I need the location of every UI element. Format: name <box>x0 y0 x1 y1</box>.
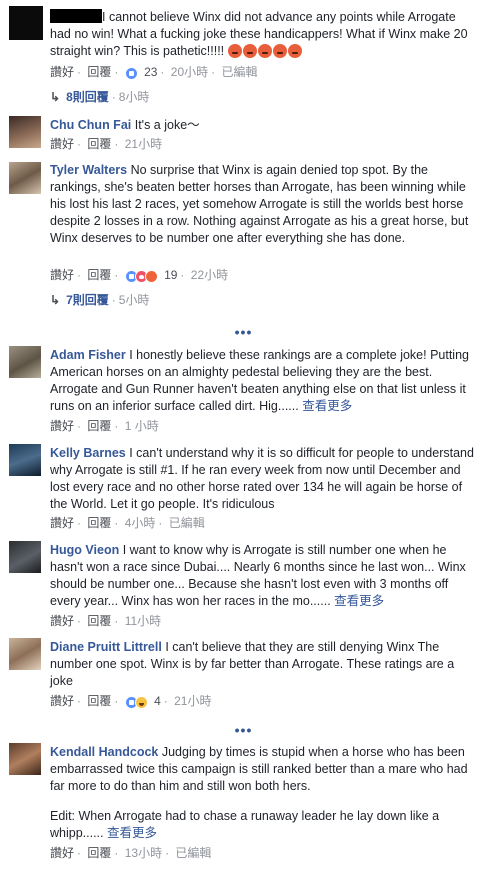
angry-reaction-icon <box>144 270 158 283</box>
timestamp[interactable]: 20小時 <box>171 65 208 79</box>
timestamp[interactable]: 22小時 <box>191 268 228 282</box>
reply-button[interactable]: 回覆 <box>87 419 111 433</box>
reply-button[interactable]: 回覆 <box>87 137 111 151</box>
view-replies[interactable]: ↳ 8則回覆 · 8小時 <box>50 89 149 105</box>
replies-time: 5小時 <box>118 293 150 307</box>
see-more-link[interactable]: 查看更多 <box>334 594 384 608</box>
comment-actions: 讚好 · 回覆 · 4 · 21小時 <box>50 694 212 710</box>
comment-actions: 讚好 · 回覆 · 21小時 <box>50 137 163 151</box>
redacted-name <box>50 9 102 23</box>
reply-button[interactable]: 回覆 <box>87 614 111 628</box>
avatar[interactable] <box>9 444 41 476</box>
like-button[interactable]: 讚好 <box>50 846 74 860</box>
like-button[interactable]: 讚好 <box>50 614 74 628</box>
author-name[interactable]: Hugo Vieon <box>50 543 119 557</box>
reactions[interactable] <box>124 270 158 284</box>
avatar[interactable] <box>9 541 41 573</box>
like-button[interactable]: 讚好 <box>50 516 74 530</box>
haha-reaction-icon <box>134 696 148 709</box>
comment-actions: 讚好 · 回覆 · 11小時 <box>50 614 162 628</box>
like-button[interactable]: 讚好 <box>50 137 74 151</box>
reactions[interactable] <box>124 696 148 710</box>
comment-actions: 讚好 · 回覆 · 13小時 · 已編輯 <box>50 846 212 860</box>
comment-actions: 讚好 · 回覆 · 4小時 · 已編輯 <box>50 516 205 530</box>
comment-text: Kendall Handcock Judging by times is stu… <box>50 745 468 793</box>
view-replies[interactable]: ↳ 7則回覆 · 5小時 <box>50 292 149 308</box>
comment-actions: 讚好 · 回覆 · 19 · 22小時 <box>50 268 229 284</box>
see-more-link[interactable]: 查看更多 <box>302 399 352 413</box>
angry-emoji-icon <box>227 44 303 58</box>
like-button[interactable]: 讚好 <box>50 65 74 79</box>
author-name[interactable]: Adam Fisher <box>50 348 126 362</box>
replies-count[interactable]: 7則回覆 <box>66 293 109 307</box>
reply-arrow-icon: ↳ <box>50 90 61 104</box>
avatar[interactable] <box>9 346 41 378</box>
reply-arrow-icon: ↳ <box>50 293 61 307</box>
timestamp[interactable]: 4小時 <box>125 516 156 530</box>
like-reaction-icon <box>124 67 138 80</box>
like-button[interactable]: 讚好 <box>50 268 74 282</box>
author-name[interactable]: Diane Pruitt Littrell <box>50 640 162 654</box>
timestamp[interactable]: 21小時 <box>174 694 211 708</box>
timestamp[interactable]: 13小時 <box>125 846 162 860</box>
avatar[interactable] <box>9 638 41 670</box>
edited-label[interactable]: 已編輯 <box>175 846 211 860</box>
see-more-link[interactable]: 查看更多 <box>107 826 157 840</box>
timestamp[interactable]: 21小時 <box>125 137 162 151</box>
avatar[interactable] <box>9 162 41 194</box>
comment-actions: 讚好 · 回覆 · 1 小時 <box>50 419 159 433</box>
timestamp[interactable]: 1 小時 <box>125 419 159 433</box>
author-name[interactable]: Tyler Walters <box>50 163 127 177</box>
author-name[interactable]: Kendall Handcock <box>50 745 158 759</box>
timestamp[interactable]: 11小時 <box>125 614 161 628</box>
reply-button[interactable]: 回覆 <box>87 268 111 282</box>
edited-label[interactable]: 已編輯 <box>169 516 205 530</box>
comment-text: Adam Fisher I honestly believe these ran… <box>50 348 469 413</box>
reply-button[interactable]: 回覆 <box>87 516 111 530</box>
like-button[interactable]: 讚好 <box>50 694 74 708</box>
author-name[interactable]: Kelly Barnes <box>50 446 126 460</box>
comment-text: Kelly Barnes I can't understand why it i… <box>50 446 474 511</box>
author-name[interactable]: Chu Chun Fai <box>50 118 131 132</box>
more-comments-button[interactable]: ••• <box>0 325 487 339</box>
comment-edit-text: Edit: When Arrogate had to chase a runaw… <box>50 809 440 840</box>
more-comments-button[interactable]: ••• <box>0 723 487 737</box>
comment-text: Hugo Vieon I want to know why is Arrogat… <box>50 543 466 608</box>
reactions[interactable] <box>124 67 138 81</box>
reply-button[interactable]: 回覆 <box>87 694 111 708</box>
comment-text: Tyler Walters No surprise that Winx is a… <box>50 163 469 245</box>
avatar[interactable] <box>9 116 41 148</box>
reaction-count[interactable]: 19 <box>164 268 177 282</box>
reaction-count[interactable]: 4 <box>154 694 161 708</box>
replies-time: 8小時 <box>118 90 150 104</box>
like-button[interactable]: 讚好 <box>50 419 74 433</box>
comment-text: Diane Pruitt Littrell I can't believe th… <box>50 640 455 688</box>
reply-button[interactable]: 回覆 <box>87 846 111 860</box>
comment-text: Chu Chun Fai It's a joke〜 <box>50 118 200 132</box>
comment-actions: 讚好 · 回覆 · 23 · 20小時 · 已編輯 <box>50 65 258 81</box>
reaction-count[interactable]: 23 <box>144 65 157 79</box>
replies-count[interactable]: 8則回覆 <box>66 90 109 104</box>
avatar[interactable] <box>9 743 41 775</box>
avatar[interactable] <box>9 6 43 40</box>
comment-text: I cannot believe Winx did not advance an… <box>50 9 468 58</box>
edited-label[interactable]: 已編輯 <box>221 65 257 79</box>
reply-button[interactable]: 回覆 <box>87 65 111 79</box>
